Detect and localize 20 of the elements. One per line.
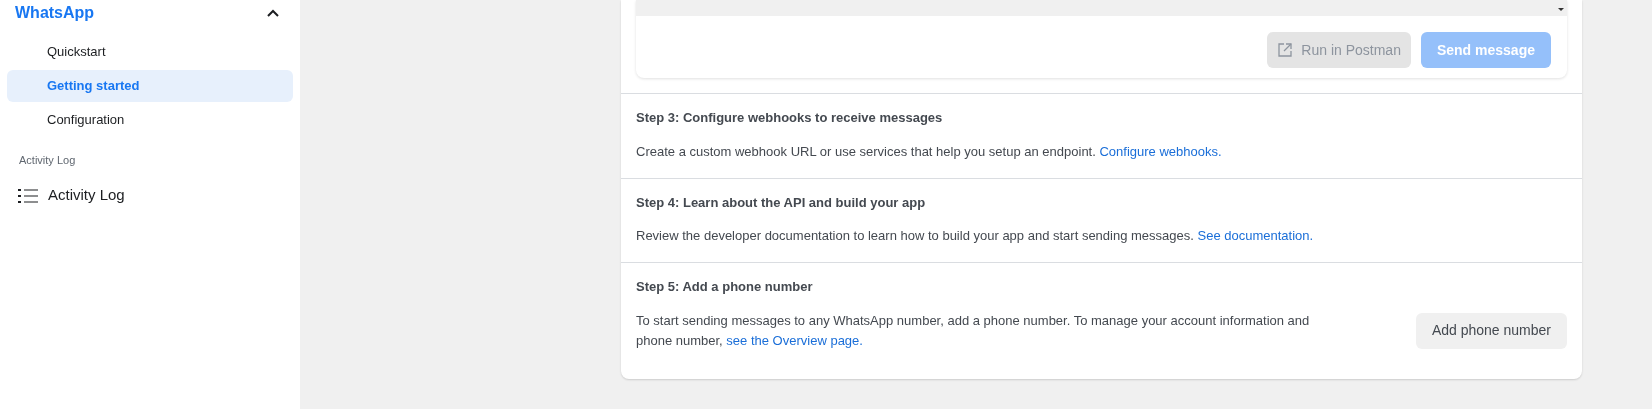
link[interactable]: see the Overview page. <box>726 332 863 348</box>
step-description: Create a custom webhook URL or use services that help you setup an endpoint. Configure webhooks. <box>636 142 1222 161</box>
sidebar-item[interactable]: Quickstart <box>7 36 293 68</box>
sidebar-item[interactable]: Configuration <box>7 104 293 136</box>
add-phone-number-button[interactable]: Add phone number <box>1415 312 1567 349</box>
external-link-icon <box>1277 42 1294 58</box>
list-icon <box>18 187 38 204</box>
caret-icon <box>1558 8 1564 11</box>
step-description: Review the developer documentation to learn how to build your app and start sending messages. See documentation. <box>636 227 1314 245</box>
chevron-icon[interactable] <box>267 9 279 17</box>
link[interactable]: Configure webhooks. <box>1099 143 1222 159</box>
step-title: Step 3: Configure webhooks to receive messages <box>636 109 944 127</box>
sidebar-item[interactable]: Getting started <box>7 70 293 102</box>
link[interactable]: See documentation. <box>1197 228 1314 243</box>
step-title: Step 4: Learn about the API and build your app <box>636 193 927 212</box>
step-title: Step 5: Add a phone number <box>636 278 814 296</box>
sidebar-item[interactable]: Activity Log <box>7 182 293 209</box>
step-description: To start sending messages to any WhatsApp number, add a phone number. To manage your account information and phone number, see the Overview page. <box>636 311 1311 350</box>
group-label: Activity Log <box>18 153 77 168</box>
section-title: WhatsApp <box>15 3 95 23</box>
